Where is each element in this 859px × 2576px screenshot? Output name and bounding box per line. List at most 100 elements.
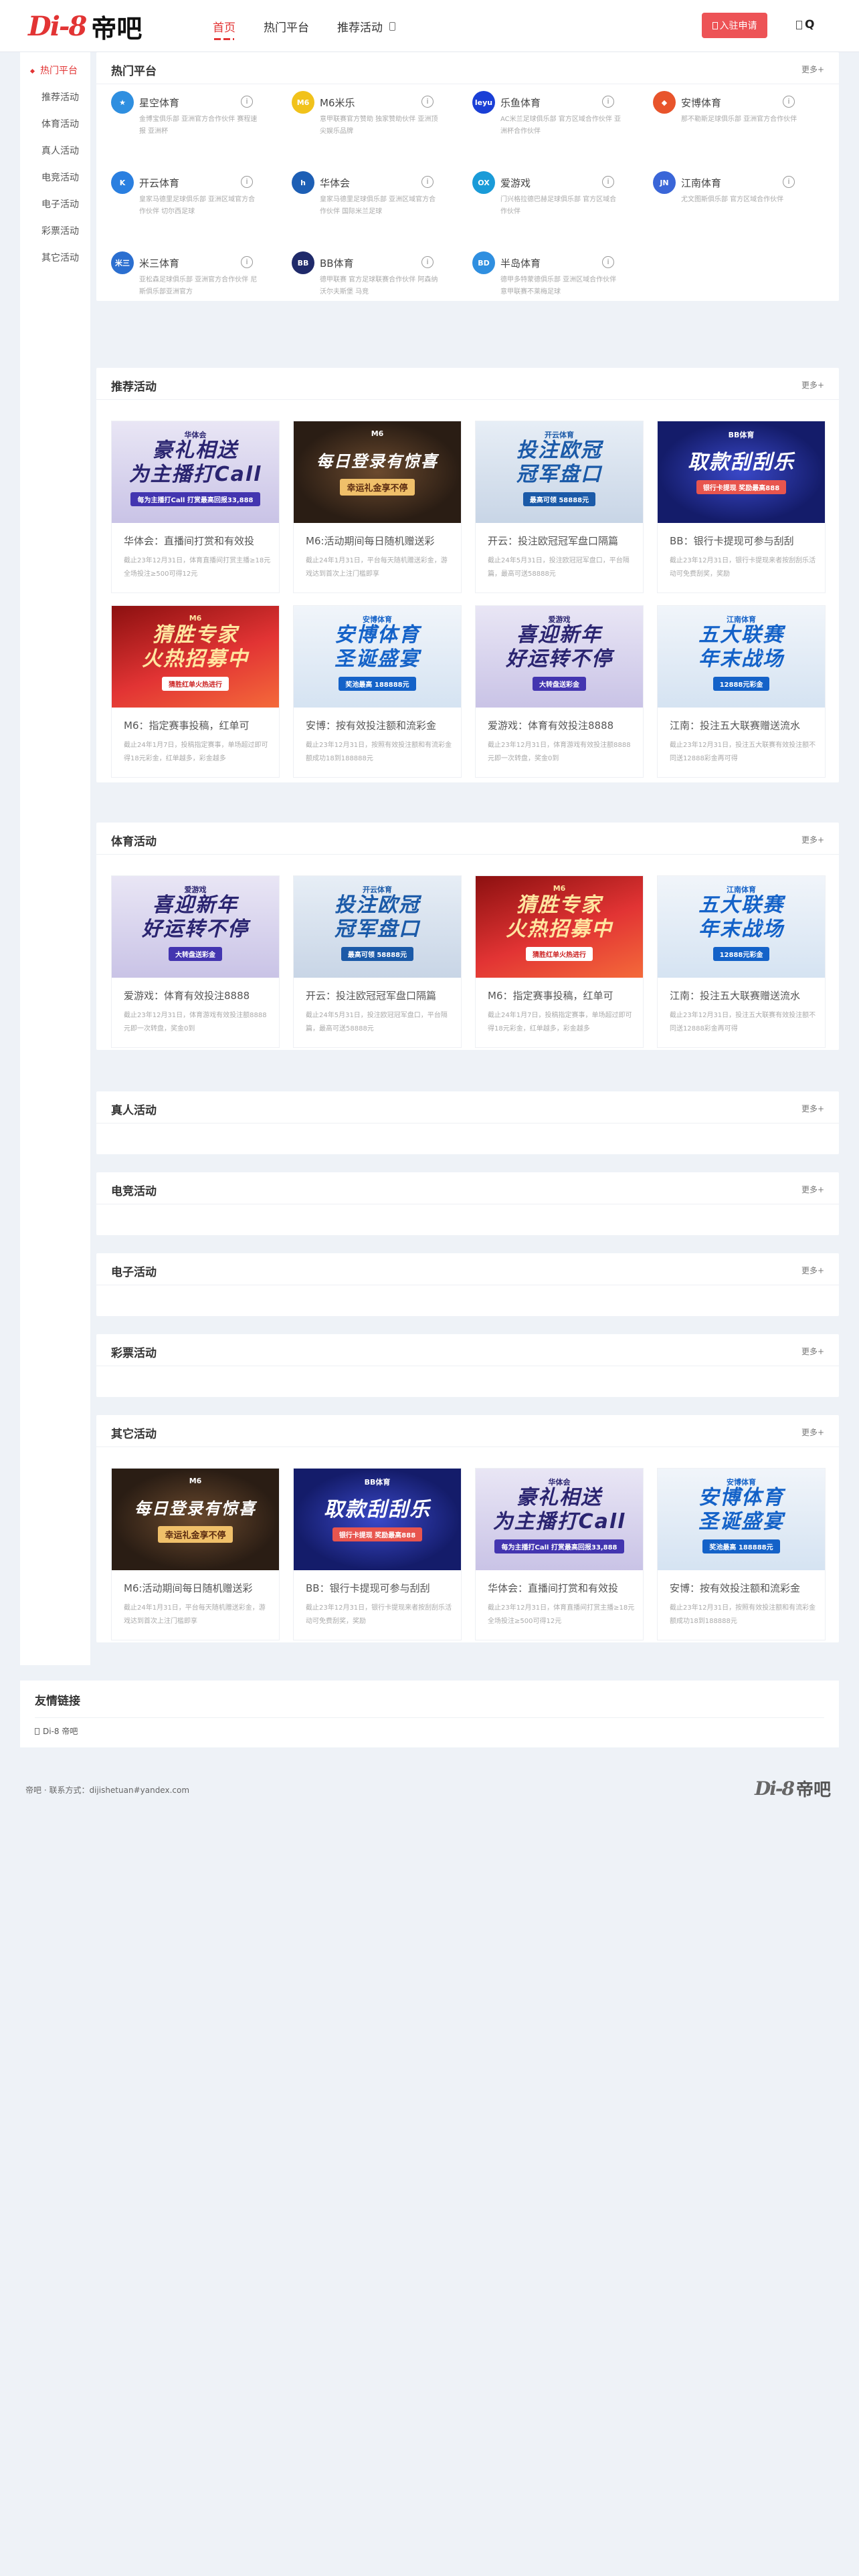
search-button[interactable]: Q (796, 18, 814, 31)
platform-desc: AC米兰足球俱乐部 官方区域合作伙伴 亚洲杯合作伙伴 (500, 116, 621, 135)
site-logo[interactable]: Di-8 帝吧 (28, 9, 142, 43)
sidebar-item-esports[interactable]: 电竞活动 (20, 165, 90, 191)
friend-links-title: 友情链接 (35, 1695, 80, 1708)
activity-card[interactable]: BB体育 取款刮刮乐 银行卡提现 奖励最高888 BB：银行卡提现可参与刮刮 截止23年… (657, 421, 826, 593)
activity-card[interactable]: 安博体育 安博体育 圣诞盛宴 奖池最高 188888元 安博：按有效投注额和流彩金 截止2… (657, 1468, 826, 1640)
activity-title: 江南：投注五大联赛赠送流水 (670, 720, 801, 732)
sidebar-item-live[interactable]: 真人活动 (20, 138, 90, 165)
activity-title: M6:活动期间每日随机赠送彩 (124, 1582, 253, 1594)
nav-hot-platforms-label: 热门平台 (264, 21, 309, 35)
section-header: 推荐活动 更多+ (96, 368, 839, 400)
info-icon[interactable]: i (783, 176, 795, 188)
sidebar-item-other[interactable]: 其它活动 (20, 245, 90, 272)
platform-card[interactable]: M6 M6米乐 i 意甲联赛官方赞助 独家赞助伙伴 亚洲顶尖娱乐品牌 (292, 91, 446, 144)
activity-title: 爱游戏：体育有效投注8888 (124, 990, 250, 1002)
banner-headline: 五大联赛 (698, 893, 784, 917)
info-icon[interactable]: i (241, 176, 253, 188)
banner-brand: 开云体育 (363, 885, 392, 894)
info-icon[interactable]: i (241, 256, 253, 268)
platform-desc: 亚松森足球俱乐部 亚洲官方合作伙伴 尼斯俱乐部亚洲官方 (139, 276, 258, 296)
platform-card[interactable]: OX 爱游戏 i 门兴格拉德巴赫足球俱乐部 官方区域合作伙伴 (472, 171, 626, 225)
more-link[interactable]: 更多+ (801, 834, 824, 845)
activity-desc: 截止23年12月31日，投注五大联赛有效投注额不同送12888彩金再可得 (670, 1012, 816, 1033)
banner-subline: 奖池最高 188888元 (702, 1539, 780, 1553)
activity-card[interactable]: 江南体育 五大联赛 年末战场 12888元彩金 江南：投注五大联赛赠送流水 截止23年12… (657, 875, 826, 1048)
platform-card[interactable]: h 华体会 i 皇家马德里足球俱乐部 亚洲区域官方合作伙伴 国际米兰足球 (292, 171, 446, 225)
platform-card[interactable]: 米三 米三体育 i 亚松森足球俱乐部 亚洲官方合作伙伴 尼斯俱乐部亚洲官方 (111, 251, 265, 305)
platform-card[interactable]: BD 半岛体育 i 德甲多特蒙德俱乐部 亚洲区域合作伙伴 意甲联赛不莱梅足球 (472, 251, 626, 305)
section-header: 真人活动 更多+ (96, 1091, 839, 1123)
platform-logo-icon: BB (292, 251, 314, 274)
activity-banner: M6 猜胜专家 火热招募中 猜胜红单火热进行 (112, 606, 279, 708)
platform-card[interactable]: ★ 星空体育 i 金博宝俱乐部 亚洲官方合作伙伴 赛程速报 亚洲杯 (111, 91, 265, 144)
activity-card[interactable]: M6 猜胜专家 火热招募中 猜胜红单火热进行 M6：指定赛事投稿，红单可 截止24年1月7… (111, 605, 280, 778)
section-title: 热门平台 (111, 65, 157, 78)
banner-subline: 最高可领 58888元 (341, 946, 414, 961)
more-link[interactable]: 更多+ (801, 1265, 824, 1276)
more-link[interactable]: 更多+ (801, 1346, 824, 1357)
more-link[interactable]: 更多+ (801, 1184, 824, 1195)
more-link[interactable]: 更多+ (801, 1103, 824, 1114)
sidebar-item-lottery[interactable]: 彩票活动 (20, 218, 90, 245)
platform-logo-icon: M6 (292, 91, 314, 114)
platform-card[interactable]: leyu 乐鱼体育 i AC米兰足球俱乐部 官方区域合作伙伴 亚洲杯合作伙伴 (472, 91, 626, 144)
platform-logo-icon: K (111, 171, 134, 194)
activity-title: 华体会：直播间打赏和有效投 (124, 535, 255, 547)
info-icon[interactable]: i (241, 96, 253, 108)
platform-card[interactable]: BB BB体育 i 德甲联赛 官方足球联赛合作伙伴 阿森纳 沃尔夫斯堡 马竞 (292, 251, 446, 305)
info-icon[interactable]: i (602, 256, 614, 268)
nav-hot-platforms[interactable]: 热门平台 (264, 0, 309, 52)
platform-name: 米三体育 (139, 257, 180, 270)
activity-card[interactable]: M6 每日登录有惊喜 幸运礼金享不停 M6:活动期间每日随机赠送彩 截止24年1月31日… (111, 1468, 280, 1640)
sidebar-item-hot[interactable]: 热门平台 (20, 58, 90, 84)
search-icon (796, 20, 802, 29)
sidebar: 热门平台 推荐活动 体育活动 真人活动 电竞活动 电子活动 彩票活动 其它活动 (20, 52, 90, 1665)
more-link[interactable]: 更多+ (801, 1426, 824, 1438)
friend-links: 友情链接 Di-8 帝吧 (20, 1681, 839, 1747)
activity-card[interactable]: 华体会 豪礼相送 为主播打Call 每为主播打Call 打赏最高回报33,888 华体会… (475, 1468, 644, 1640)
activity-card[interactable]: M6 每日登录有惊喜 幸运礼金享不停 M6:活动期间每日随机赠送彩 截止24年1月31日… (293, 421, 462, 593)
more-link[interactable]: 更多+ (801, 379, 824, 391)
info-icon[interactable]: i (602, 96, 614, 108)
sidebar-item-sports[interactable]: 体育活动 (20, 111, 90, 138)
activity-title: 开云：投注欧冠冠军盘口隔篇 (488, 535, 619, 547)
footer-logo-mark: Di-8 (755, 1778, 795, 1800)
section-title: 推荐活动 (111, 381, 157, 394)
info-icon[interactable]: i (783, 96, 795, 108)
activity-card[interactable]: 江南体育 五大联赛 年末战场 12888元彩金 江南：投注五大联赛赠送流水 截止23年12… (657, 605, 826, 778)
info-icon[interactable]: i (602, 176, 614, 188)
apply-icon (712, 21, 718, 29)
more-link[interactable]: 更多+ (801, 64, 824, 75)
section-header: 体育活动 更多+ (96, 823, 839, 855)
activity-card[interactable]: 开云体育 投注欧冠 冠军盘口 最高可领 58888元 开云：投注欧冠冠军盘口隔篇 截止24… (293, 875, 462, 1048)
nav-recommend[interactable]: 推荐活动 (337, 0, 395, 52)
banner-headline-2: 年末战场 (698, 917, 784, 941)
activity-card[interactable]: 爱游戏 喜迎新年 好运转不停 大转盘送彩金 爱游戏：体育有效投注8888 截止23年12月… (111, 875, 280, 1048)
sidebar-item-recommend[interactable]: 推荐活动 (20, 84, 90, 111)
section-header: 电子活动 更多+ (96, 1253, 839, 1285)
activity-card[interactable]: 爱游戏 喜迎新年 好运转不停 大转盘送彩金 爱游戏：体育有效投注8888 截止23年12月… (475, 605, 644, 778)
activity-card[interactable]: 华体会 豪礼相送 为主播打Call 每为主播打Call 打赏最高回报33,888 华体会… (111, 421, 280, 593)
platform-card[interactable]: ◆ 安博体育 i 那不勒斯足球俱乐部 亚洲官方合作伙伴 (653, 91, 807, 144)
sidebar-item-slots[interactable]: 电子活动 (20, 191, 90, 218)
section-header: 热门平台 更多+ (96, 52, 839, 84)
logo-mark: Di-8 (28, 10, 87, 42)
activity-card[interactable]: BB体育 取款刮刮乐 银行卡提现 奖励最高888 BB：银行卡提现可参与刮刮 截止23年… (293, 1468, 462, 1640)
join-apply-button[interactable]: 入驻申请 (702, 13, 767, 38)
info-icon[interactable]: i (421, 256, 434, 268)
banner-headline: 取款刮刮乐 (324, 1497, 431, 1521)
friend-link-item[interactable]: Di-8 帝吧 (35, 1725, 78, 1737)
banner-brand: M6 (189, 1477, 202, 1485)
info-icon[interactable]: i (421, 96, 434, 108)
activity-card[interactable]: 开云体育 投注欧冠 冠军盘口 最高可领 58888元 开云：投注欧冠冠军盘口隔篇 截止24… (475, 421, 644, 593)
banner-headline-2: 冠军盘口 (335, 917, 420, 941)
activity-card[interactable]: M6 猜胜专家 火热招募中 猜胜红单火热进行 M6：指定赛事投稿，红单可 截止24年1月7… (475, 875, 644, 1048)
platform-name: 星空体育 (139, 97, 180, 109)
nav-home[interactable]: 首页 (213, 0, 235, 52)
activity-card[interactable]: 安博体育 安博体育 圣诞盛宴 奖池最高 188888元 安博：按有效投注额和流彩金 截止2… (293, 605, 462, 778)
platform-card[interactable]: K 开云体育 i 皇家马德里足球俱乐部 亚洲区域官方合作伙伴 切尔西足球 (111, 171, 265, 225)
platform-card[interactable]: JN 江南体育 i 尤文图斯俱乐部 官方区域合作伙伴 (653, 171, 807, 225)
activity-desc: 截止24年1月7日，投稿指定赛事，单场超过即可得18元彩金，红单越多，彩金越多 (488, 1012, 632, 1033)
sidebar-item-label: 推荐活动 (41, 92, 79, 103)
info-icon[interactable]: i (421, 176, 434, 188)
